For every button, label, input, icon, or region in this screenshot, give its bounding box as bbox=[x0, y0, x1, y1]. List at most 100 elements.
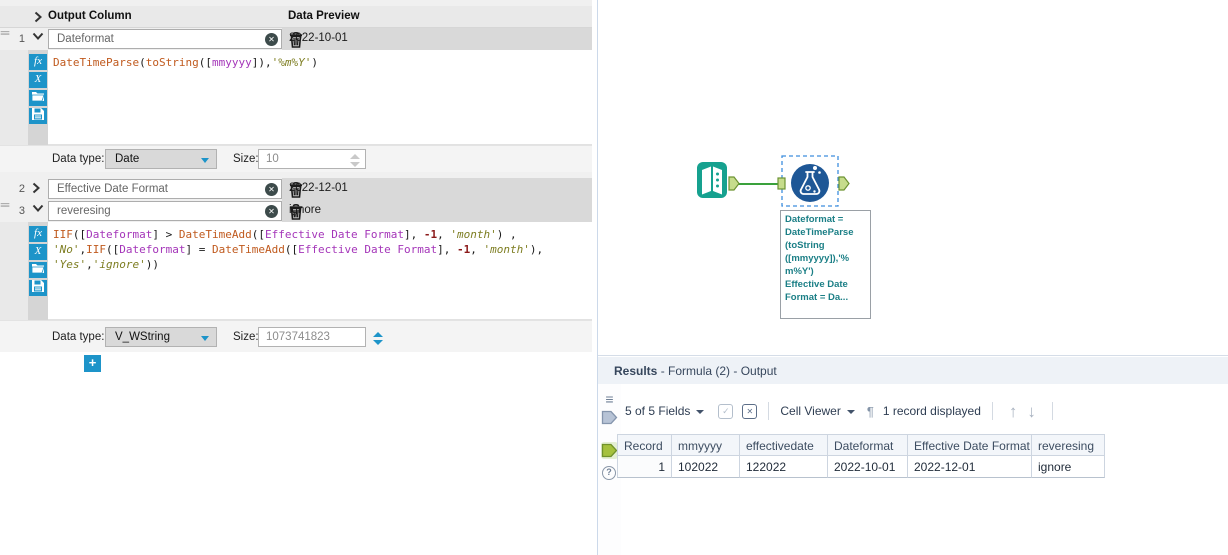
expression-editor-1[interactable]: DateTimeParse(toString([mmyyyy]),'%m%Y') bbox=[48, 50, 592, 145]
clear-column-icon[interactable]: ✕ bbox=[265, 33, 278, 46]
collapse-all-chevron-icon[interactable] bbox=[34, 11, 42, 23]
results-column-header[interactable]: mmyyyy bbox=[672, 434, 740, 456]
output-column-row-1: ≡≡ 1 Dateformat ✕ 2022-10-01 bbox=[0, 28, 592, 50]
functions-icon[interactable]: fx bbox=[29, 54, 47, 70]
results-table-body: 1 102022 122022 2022-10-01 2022-12-01 ignore bbox=[617, 456, 1105, 478]
data-type-value: V_WString bbox=[115, 331, 170, 343]
data-type-label: Data type: bbox=[52, 153, 105, 165]
delete-row-button[interactable] bbox=[289, 204, 304, 220]
output-anchor[interactable] bbox=[838, 176, 850, 191]
deselect-fields-icon[interactable]: ✕ bbox=[742, 403, 758, 419]
data-preview-cell: ignore bbox=[282, 200, 592, 222]
expression-block-2: fx X IIF([Dateformat] > DateTimeAdd([Eff… bbox=[0, 222, 592, 320]
results-cell[interactable]: ignore bbox=[1032, 456, 1105, 478]
messages-list-icon[interactable]: ≡ bbox=[601, 392, 618, 406]
output-column-name-input[interactable]: reveresing ✕ bbox=[48, 201, 282, 221]
input-anchor[interactable] bbox=[777, 177, 786, 190]
delete-row-button[interactable] bbox=[289, 182, 304, 198]
output-columns-header-row: Output Column Data Preview bbox=[0, 6, 592, 28]
clear-column-icon[interactable]: ✕ bbox=[265, 183, 278, 196]
formula-tool-config-panel: Output Column Data Preview ≡≡ 1 Dateform… bbox=[0, 0, 592, 555]
results-title-bold: Results bbox=[614, 364, 658, 378]
results-cell[interactable]: 2022-10-01 bbox=[828, 456, 908, 478]
help-icon[interactable]: ? bbox=[602, 466, 616, 480]
expression-gutter bbox=[0, 50, 28, 145]
chevron-down-icon[interactable] bbox=[32, 32, 48, 46]
size-spinner[interactable] bbox=[346, 151, 364, 169]
output-anchor[interactable] bbox=[728, 176, 740, 191]
size-input[interactable]: 10 bbox=[258, 149, 366, 169]
scroll-up-icon[interactable]: ↑ bbox=[1009, 403, 1018, 420]
clear-column-icon[interactable]: ✕ bbox=[265, 205, 278, 218]
expression-editor-2[interactable]: IIF([Dateformat] > DateTimeAdd([Effectiv… bbox=[48, 222, 592, 320]
chevron-right-icon[interactable] bbox=[32, 182, 48, 196]
expression-toolbar: fx X bbox=[28, 222, 48, 320]
results-column-header[interactable]: Effective Date Format bbox=[908, 434, 1032, 456]
results-table-row: 1 102022 122022 2022-10-01 2022-12-01 ignore bbox=[617, 456, 1105, 478]
input-data-tool[interactable] bbox=[697, 162, 740, 198]
row-number: 3 bbox=[18, 205, 25, 217]
tool-annotation[interactable]: Dateformat = DateTimeParse (toString ([mmyy… bbox=[780, 210, 871, 319]
results-header: Results - Formula (2) - Output bbox=[598, 357, 1228, 384]
size-label: Size: bbox=[233, 331, 259, 343]
select-all-fields-icon[interactable]: ✓ bbox=[718, 403, 734, 419]
open-expression-icon[interactable] bbox=[29, 262, 47, 278]
all-connections-icon[interactable] bbox=[601, 410, 618, 425]
results-cell[interactable]: 2022-12-01 bbox=[908, 456, 1032, 478]
output-anchor-icon[interactable] bbox=[601, 442, 618, 459]
chevron-down-icon[interactable] bbox=[846, 410, 855, 414]
cell-viewer-dropdown[interactable]: Cell Viewer bbox=[780, 404, 840, 418]
data-preview-cell: 2022-10-01 bbox=[282, 28, 592, 50]
workflow-canvas[interactable]: Dateformat = DateTimeParse (toString ([mmyy… bbox=[598, 0, 1228, 355]
data-type-dropdown[interactable]: Date bbox=[105, 149, 217, 169]
expression-toolbar: fx X bbox=[28, 50, 48, 145]
data-type-value: Date bbox=[115, 153, 140, 165]
delete-row-button[interactable] bbox=[289, 32, 304, 48]
output-column-name-value: Dateformat bbox=[57, 33, 114, 45]
data-type-row-1: Data type: Date Size: 10 bbox=[0, 145, 592, 172]
chevron-down-icon bbox=[201, 336, 209, 341]
data-type-row-2: Data type: V_WString Size: 1073741823 bbox=[0, 320, 592, 352]
results-cell[interactable]: 102022 bbox=[672, 456, 740, 478]
add-column-button[interactable]: + bbox=[84, 355, 101, 372]
data-type-dropdown[interactable]: V_WString bbox=[105, 327, 217, 347]
formula-tool[interactable] bbox=[777, 155, 850, 207]
output-column-name-input[interactable]: Effective Date Format ✕ bbox=[48, 179, 282, 199]
results-cell[interactable]: 122022 bbox=[740, 456, 828, 478]
variables-icon[interactable]: X bbox=[29, 72, 47, 88]
scroll-down-icon[interactable]: ↓ bbox=[1027, 403, 1036, 420]
output-column-row-3: ≡≡ 3 reveresing ✕ ignore bbox=[0, 200, 592, 222]
fields-dropdown[interactable]: 5 of 5 Fields bbox=[625, 404, 690, 418]
row-number: 2 bbox=[18, 183, 25, 195]
variables-icon[interactable]: X bbox=[29, 244, 47, 260]
toolbar-divider bbox=[768, 402, 770, 420]
save-expression-icon[interactable] bbox=[29, 280, 47, 296]
results-table-header-row: Record mmyyyy effectivedate Dateformat Effec… bbox=[617, 434, 1105, 456]
open-expression-icon[interactable] bbox=[29, 90, 47, 106]
save-expression-icon[interactable] bbox=[29, 108, 47, 124]
data-preview-cell: 2022-12-01 bbox=[282, 178, 592, 200]
record-count: 1 record displayed bbox=[882, 404, 981, 418]
results-column-header[interactable]: effectivedate bbox=[740, 434, 828, 456]
results-table: Record mmyyyy effectivedate Dateformat Effec… bbox=[617, 434, 1105, 478]
results-title: Results - Formula (2) - Output bbox=[614, 364, 777, 378]
results-column-header[interactable]: reveresing bbox=[1032, 434, 1105, 456]
pilcrow-icon[interactable]: ¶ bbox=[867, 404, 874, 419]
chevron-down-icon[interactable] bbox=[32, 204, 48, 218]
output-column-name-input[interactable]: Dateformat ✕ bbox=[48, 29, 282, 49]
size-value: 10 bbox=[266, 153, 279, 165]
formula-tool-icon[interactable] bbox=[791, 164, 829, 202]
results-column-header[interactable]: Dateformat bbox=[828, 434, 908, 456]
chevron-down-icon[interactable] bbox=[696, 410, 705, 414]
output-column-header: Output Column bbox=[48, 10, 132, 22]
output-column-name-value: reveresing bbox=[57, 205, 111, 217]
results-cell[interactable]: 1 bbox=[617, 456, 672, 478]
size-input[interactable]: 1073741823 bbox=[258, 327, 383, 347]
results-column-header[interactable]: Record bbox=[617, 434, 672, 456]
results-panel: Results - Formula (2) - Output ≡ ? 5 of … bbox=[598, 355, 1228, 555]
functions-icon[interactable]: fx bbox=[29, 226, 47, 242]
expression-gutter bbox=[0, 222, 28, 320]
size-spinner[interactable] bbox=[369, 329, 387, 347]
results-title-rest: - Formula (2) - Output bbox=[657, 364, 777, 378]
toolbar-divider bbox=[1051, 402, 1053, 420]
